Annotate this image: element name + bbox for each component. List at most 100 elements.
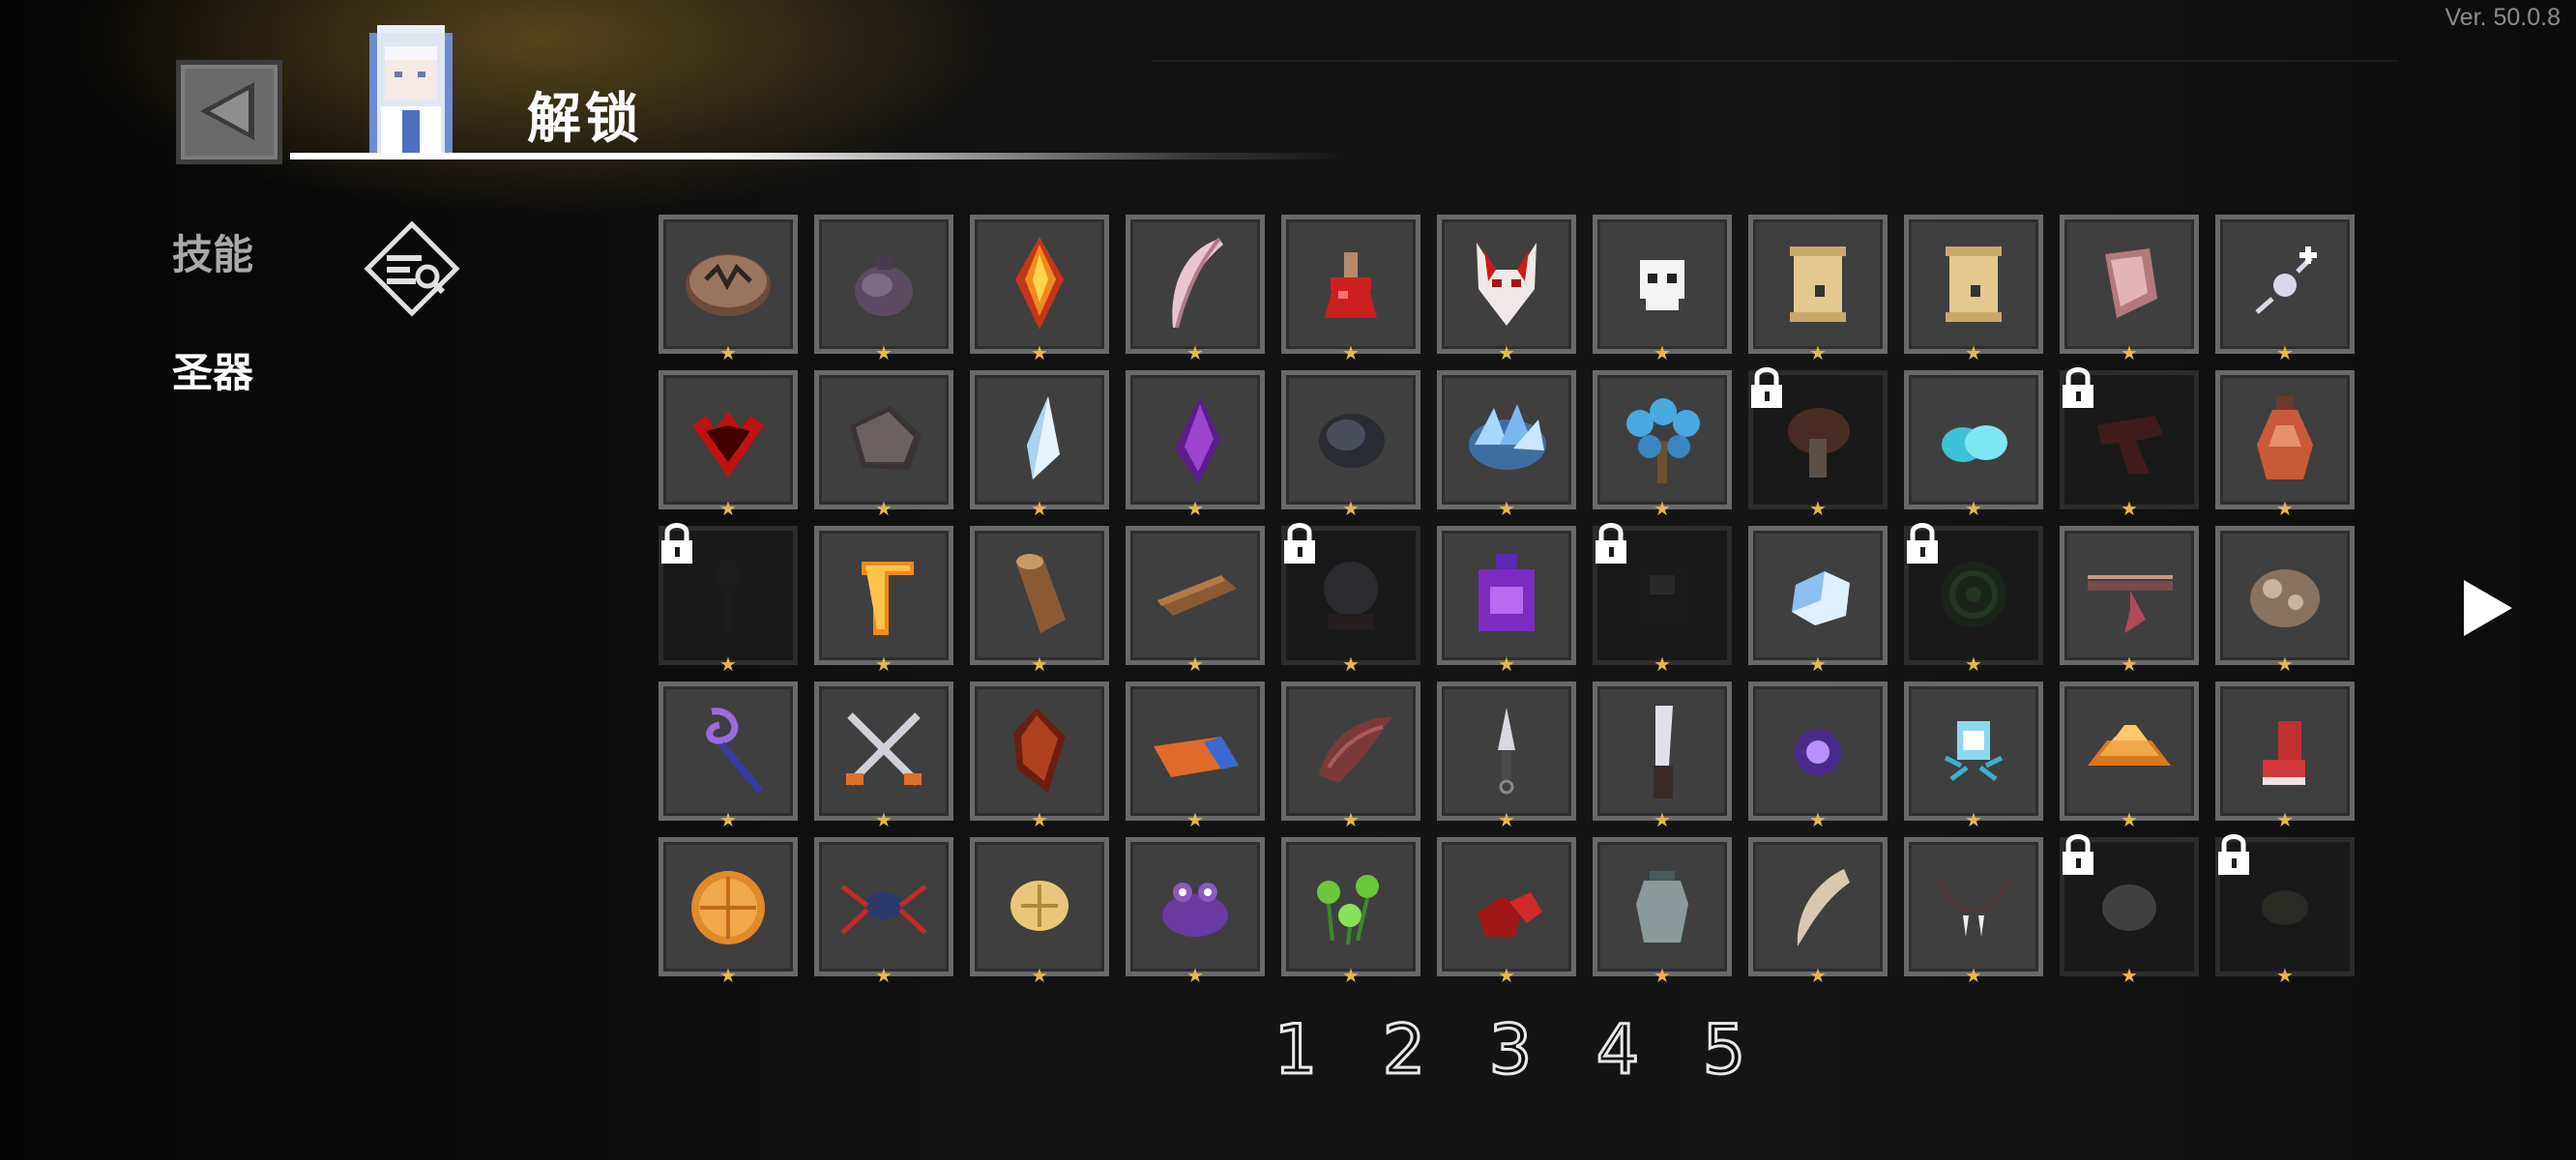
page-2-button[interactable]: 2 — [1365, 1009, 1443, 1091]
artifact-slot[interactable]: ★ — [659, 215, 798, 362]
purple-bottle-icon — [1478, 554, 1535, 631]
artifact-slot[interactable]: ★ — [2060, 834, 2199, 985]
artifact-slot[interactable]: ★ — [970, 526, 1109, 674]
star-icon: ★ — [2276, 497, 2294, 520]
scroll-icon — [1790, 246, 1846, 322]
star-icon: ★ — [1654, 964, 1671, 987]
artifact-slot[interactable]: ★ — [1281, 370, 1420, 518]
back-button[interactable] — [176, 60, 282, 164]
artifact-slot[interactable]: ★ — [1437, 215, 1576, 362]
artifact-slot[interactable]: ★ — [1748, 682, 1888, 829]
artifact-slot[interactable]: ★ — [659, 370, 798, 518]
star-icon: ★ — [875, 341, 893, 364]
artifact-slot[interactable]: ★ — [1281, 523, 1420, 674]
artifact-slot[interactable]: ★ — [2215, 215, 2355, 362]
artifact-slot[interactable]: ★ — [1904, 215, 2043, 362]
artifact-slot[interactable]: ★ — [1748, 215, 1888, 362]
wood-plank-icon — [1157, 575, 1237, 616]
artifact-slot[interactable]: ★ — [1593, 215, 1732, 362]
artifact-slot[interactable]: ★ — [970, 370, 1109, 518]
star-icon: ★ — [1186, 497, 1204, 520]
lock-icon — [2063, 367, 2093, 408]
feather-icon — [1172, 237, 1223, 329]
artifact-slot[interactable]: ★ — [1126, 682, 1265, 829]
spider-icon — [840, 884, 927, 935]
title-underline — [290, 153, 1354, 160]
scroll-icon — [1946, 246, 2002, 322]
artifact-slot[interactable]: ★ — [814, 370, 953, 518]
tab-artifacts[interactable]: 圣器 — [172, 340, 253, 399]
artifact-slot[interactable]: ★ — [1904, 682, 2043, 829]
star-icon: ★ — [875, 652, 893, 676]
star-icon: ★ — [1809, 497, 1827, 520]
star-icon: ★ — [1342, 497, 1360, 520]
lock-icon — [1595, 523, 1626, 564]
meat-icon — [2105, 248, 2157, 318]
artifact-slot[interactable]: ★ — [1904, 370, 2043, 518]
artifact-slot[interactable]: ★ — [970, 215, 1109, 362]
artifact-slot[interactable]: ★ — [970, 837, 1109, 985]
purple-orb-icon — [1795, 729, 1841, 775]
purple-staff-icon — [706, 708, 764, 794]
artifact-slot[interactable]: ★ — [1126, 215, 1265, 362]
artifact-slot[interactable]: ★ — [1126, 370, 1265, 518]
artifact-slot[interactable]: ★ — [1281, 215, 1420, 362]
next-page-arrow-icon[interactable] — [2452, 574, 2520, 642]
artifact-slot[interactable]: ★ — [1437, 837, 1576, 985]
artifact-slot[interactable]: ★ — [659, 837, 798, 985]
artifact-slot[interactable]: ★ — [970, 682, 1109, 829]
artifact-slot[interactable]: ★ — [814, 682, 953, 829]
artifact-slot[interactable]: ★ — [1437, 370, 1576, 518]
iron-ore-icon — [850, 406, 922, 470]
star-icon: ★ — [1031, 341, 1048, 364]
artifact-slot[interactable]: ★ — [1593, 523, 1732, 674]
artifact-slot[interactable]: ★ — [1748, 837, 1888, 985]
page-4-button[interactable]: 4 — [1579, 1009, 1656, 1091]
star-icon: ★ — [2276, 964, 2294, 987]
artifact-slot[interactable]: ★ — [2215, 526, 2355, 674]
artifact-slot[interactable]: ★ — [1126, 526, 1265, 674]
artifact-slot[interactable]: ★ — [2060, 215, 2199, 362]
artifact-slot[interactable]: ★ — [1593, 370, 1732, 518]
artifact-slot[interactable]: ★ — [1281, 837, 1420, 985]
artifact-slot[interactable]: ★ — [2060, 367, 2199, 518]
artifact-slot[interactable]: ★ — [814, 526, 953, 674]
star-icon: ★ — [1031, 964, 1048, 987]
star-icon: ★ — [1186, 341, 1204, 364]
star-icon: ★ — [719, 497, 737, 520]
artifact-slot[interactable]: ★ — [659, 682, 798, 829]
artifact-slot[interactable]: ★ — [1748, 526, 1888, 674]
page-5-button[interactable]: 5 — [1685, 1009, 1763, 1091]
artifact-slot[interactable]: ★ — [1437, 526, 1576, 674]
artifact-slot[interactable]: ★ — [1748, 367, 1888, 518]
tab-skills[interactable]: 技能 — [172, 222, 253, 281]
artifact-slot[interactable]: ★ — [1437, 682, 1576, 829]
artifact-slot[interactable]: ★ — [2215, 834, 2355, 985]
page-3-button[interactable]: 3 — [1472, 1009, 1549, 1091]
artifact-slot[interactable]: ★ — [2215, 370, 2355, 518]
flag-book-icon — [1154, 737, 1239, 777]
star-icon: ★ — [1342, 341, 1360, 364]
star-icon: ★ — [2121, 652, 2138, 676]
star-icon: ★ — [1965, 341, 1982, 364]
artifact-slot[interactable]: ★ — [814, 215, 953, 362]
artifact-slot[interactable]: ★ — [1593, 837, 1732, 985]
artifact-slot[interactable]: ★ — [659, 523, 798, 674]
artifact-slot[interactable]: ★ — [1126, 837, 1265, 985]
artifact-slot[interactable]: ★ — [1281, 682, 1420, 829]
page-1-button[interactable]: 1 — [1257, 1009, 1334, 1091]
lock-icon — [1907, 523, 1938, 564]
star-icon: ★ — [1965, 808, 1982, 831]
artifact-slot[interactable]: ★ — [814, 837, 953, 985]
artifact-slot[interactable]: ★ — [2060, 682, 2199, 829]
artifact-slot[interactable]: ★ — [1593, 682, 1732, 829]
gold-bars-icon — [2088, 725, 2171, 766]
search-filter-icon[interactable] — [364, 220, 460, 317]
artifact-slot[interactable]: ★ — [1904, 523, 2043, 674]
background-stat-bar — [1151, 60, 2398, 91]
artifact-slot[interactable]: ★ — [2215, 682, 2355, 829]
star-icon: ★ — [1342, 652, 1360, 676]
artifact-slot[interactable]: ★ — [1904, 837, 2043, 985]
star-icon: ★ — [1186, 652, 1204, 676]
artifact-slot[interactable]: ★ — [2060, 526, 2199, 674]
